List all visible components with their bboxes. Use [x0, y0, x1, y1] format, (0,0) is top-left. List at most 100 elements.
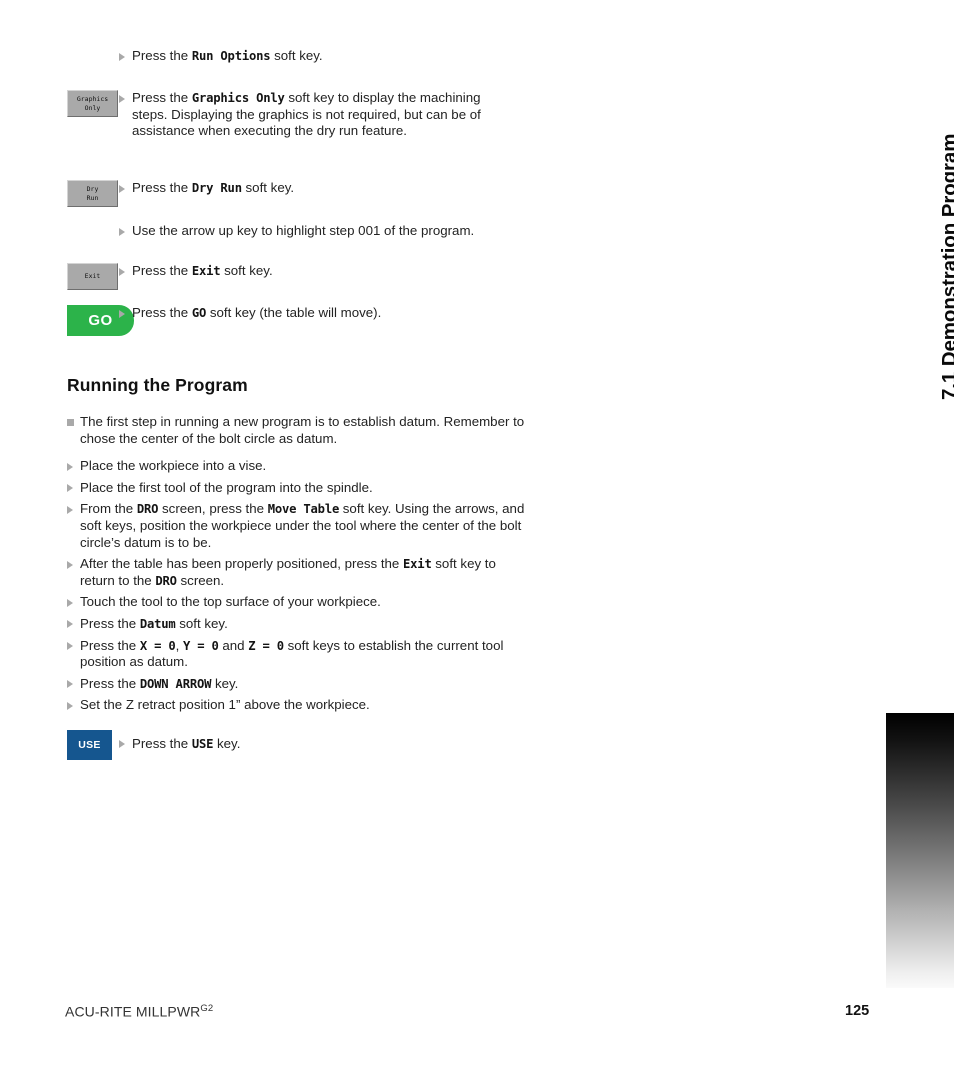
page-title: Running the Program [67, 375, 248, 395]
text-run: Touch the tool to the top surface of you… [80, 594, 381, 610]
bullet-item-press-datum: Press the Datum soft key. [67, 616, 526, 633]
text-run: From the [80, 501, 137, 517]
text-run: , [175, 637, 183, 653]
bullet-item: Press the GO soft key (the table will mo… [119, 305, 482, 322]
text-run: key. [213, 735, 241, 751]
footer-brand: ACU-RITE MILLPWRG2 [65, 1003, 213, 1020]
bullet-item: Press the Exit soft key. [119, 263, 482, 280]
content-column: Press the Run Options soft key. Graphics O… [0, 0, 560, 760]
text-run: screen. [176, 572, 225, 588]
bullet-item: Press the Dry Run soft key. [119, 180, 482, 197]
triangle-bullet-icon [67, 462, 73, 471]
key-name: DOWN ARROW [139, 676, 212, 691]
step-row-dry-run: Dry Run Press the Dry Run soft key. [0, 180, 560, 207]
step-row-graphics-only: Graphics Only Press the Graphics Only soft… [0, 90, 560, 140]
step-key-cell: Dry Run [0, 180, 118, 207]
step-key-cell: Exit [0, 263, 118, 290]
triangle-bullet-icon [67, 598, 73, 607]
step-text-cell: Press the GO soft key (the table will mo… [93, 305, 560, 322]
bullet-item-zero-axes: Press the X = 0, Y = 0 and Z = 0 soft ke… [67, 638, 526, 671]
bullet-item-workpiece-vise: Place the workpiece into a vise. [67, 458, 526, 475]
key-name: Dry Run [191, 181, 242, 195]
triangle-bullet-icon [119, 184, 125, 193]
text-run: Use the arrow up key to highlight step 0… [132, 223, 475, 238]
triangle-bullet-icon [119, 267, 125, 276]
triangle-bullet-icon [119, 740, 125, 749]
triangle-bullet-icon [67, 484, 73, 493]
key-name: Datum [139, 616, 176, 631]
key-name: Exit [191, 264, 221, 278]
bullet-item-first-tool-spindle: Place the first tool of the program into… [67, 480, 526, 497]
triangle-bullet-icon [67, 620, 73, 629]
text-run: Press the [80, 675, 140, 691]
step-row-arrow-up: Use the arrow up key to highlight step 0… [0, 223, 560, 240]
key-name: Graphics Only [191, 91, 285, 105]
triangle-bullet-icon [119, 52, 125, 61]
text-run: Place the workpiece into a vise. [80, 458, 267, 474]
footer-brand-text: ACU-RITE MILLPWR [65, 1003, 201, 1020]
text-run: The first step in running a new program … [80, 414, 525, 446]
key-name: Exit [403, 557, 432, 572]
triangle-bullet-icon [119, 94, 125, 103]
key-name: Run Options [191, 49, 271, 63]
running-head: 7.1 Demonstration Program [904, 40, 954, 400]
text-run: Press the [132, 735, 192, 751]
use-key-step: USE Press the USE key. [0, 729, 560, 760]
text-run: key. [211, 675, 239, 691]
use-key-cell: USE [0, 729, 112, 760]
bullet-item: Press the Graphics Only soft key to disp… [119, 90, 482, 140]
top-steps-list: Press the Run Options soft key. Graphics O… [0, 0, 560, 345]
step-key-cell: Graphics Only [0, 90, 118, 117]
triangle-bullet-icon [119, 227, 125, 236]
step-row-run-options: Press the Run Options soft key. [0, 48, 560, 65]
section-bullet-list: The first step in running a new program … [0, 414, 560, 714]
key-name: Move Table [267, 502, 340, 517]
page-number: 125 [845, 1003, 870, 1019]
text-run: screen, press the [158, 501, 268, 517]
text-run: Press the [80, 615, 140, 631]
key-name: X = 0 [139, 638, 176, 653]
step-text-cell: Press the Graphics Only soft key to disp… [93, 90, 560, 140]
text-run: soft key. [175, 615, 228, 631]
bullet-item: Press the USE key. [119, 736, 432, 753]
triangle-bullet-icon [67, 642, 73, 651]
triangle-bullet-icon [67, 701, 73, 710]
text-run: soft key. [220, 263, 273, 278]
step-text-cell: Press the Dry Run soft key. [93, 180, 560, 197]
text-run: Place the first tool of the program into… [80, 479, 373, 495]
thumb-index-bar [886, 713, 954, 988]
triangle-bullet-icon [119, 309, 125, 318]
step-row-exit: Exit Press the Exit soft key. [0, 263, 560, 290]
key-name: Z = 0 [248, 638, 284, 653]
key-name: GO [191, 306, 207, 320]
key-name: DRO [136, 502, 159, 517]
square-bullet-icon [67, 419, 74, 426]
step-text-cell: Use the arrow up key to highlight step 0… [93, 223, 560, 240]
text-run: Press the [132, 305, 192, 320]
step-text-cell: Press the Run Options soft key. [93, 48, 560, 65]
text-run: Press the [132, 263, 192, 278]
text-run: soft key. [270, 48, 323, 63]
text-run: After the table has been properly positi… [80, 556, 404, 572]
use-key-text: Press the USE key. [93, 730, 560, 753]
bullet-item-down-arrow: Press the DOWN ARROW key. [67, 676, 526, 693]
triangle-bullet-icon [67, 560, 73, 569]
text-run: soft key (the table will move). [206, 305, 382, 320]
bullet-item-touch-tool: Touch the tool to the top surface of you… [67, 594, 526, 611]
text-run: Set the Z retract position 1” above the … [80, 697, 370, 713]
footer-brand-superscript: G2 [200, 1003, 214, 1014]
step-row-go: GO Press the GO soft key (the table will … [0, 305, 560, 336]
text-run: Press the [132, 48, 192, 63]
triangle-bullet-icon [67, 680, 73, 689]
text-run: and [218, 637, 249, 653]
manual-page: 7.1 Demonstration Program Press the Run … [0, 0, 954, 1091]
bullet-item: Use the arrow up key to highlight step 0… [119, 223, 482, 240]
step-key-cell: GO [0, 305, 134, 336]
bullet-item: Press the Run Options soft key. [119, 48, 482, 65]
running-head-title: 7.1 Demonstration Program [938, 133, 954, 400]
key-name: USE [191, 736, 214, 751]
bullet-item-exit-to-dro: After the table has been properly positi… [67, 556, 526, 589]
text-run: Press the [80, 637, 140, 653]
key-name: DRO [155, 573, 177, 588]
triangle-bullet-icon [67, 505, 73, 514]
